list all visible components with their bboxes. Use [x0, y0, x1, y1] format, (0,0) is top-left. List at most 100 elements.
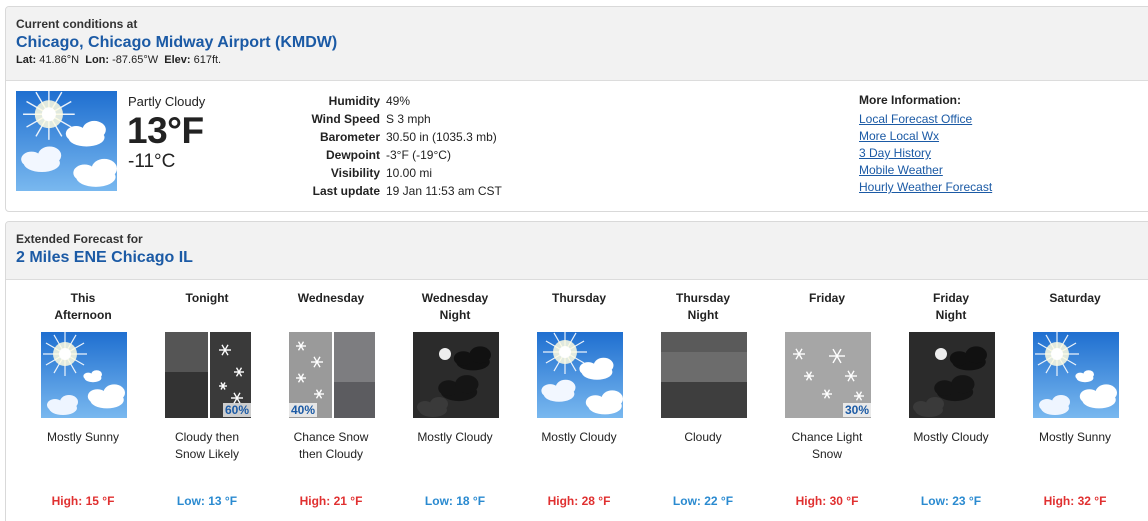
station-name: Chicago, Chicago Midway Airport (KMDW) [16, 34, 338, 51]
link-3-day-history[interactable]: 3 Day History [859, 145, 992, 162]
precip-chance: 30% [842, 403, 871, 417]
current-temp-c: -11°C [128, 151, 176, 172]
precip-chance: 60% [222, 403, 251, 417]
period-desc-line1: Cloudy [684, 430, 722, 444]
period-name: Thursday Night [641, 290, 765, 324]
light-snow-icon: 30% [785, 332, 871, 418]
sunny-icon [1033, 332, 1119, 418]
period-temperature: Low: 13 °F [176, 494, 238, 508]
period-description: Mostly Sunny [1013, 429, 1137, 446]
period-temperature: High: 32 °F [1043, 494, 1107, 508]
detail-row-barometer: Barometer 30.50 in (1035.3 mb) [296, 128, 502, 146]
period-temperature: High: 21 °F [299, 494, 363, 508]
lat-label: Lat: [16, 54, 37, 66]
link-mobile-weather[interactable]: Mobile Weather [859, 162, 992, 179]
period-temperature: Low: 23 °F [920, 494, 982, 508]
period-name-line1: Wednesday [421, 291, 489, 305]
period-name-line1: Tonight [185, 291, 229, 305]
period-temperature: Low: 22 °F [672, 494, 734, 508]
more-information: More Information: Local Forecast Office … [859, 93, 992, 196]
current-temp-f: 13°F [127, 110, 204, 151]
period-name: Thursday [517, 290, 641, 307]
partly-cloudy-icon [537, 332, 623, 418]
period-name: Wednesday [269, 290, 393, 307]
detail-row-last-update: Last update 19 Jan 11:53 am CST [296, 182, 502, 200]
period-name: Tonight [145, 290, 269, 307]
partly-cloudy-icon [16, 88, 117, 191]
station-coordinates: Lat: 41.86°N Lon: -87.65°W Elev: 617ft. [16, 54, 1144, 66]
detail-key: Visibility [330, 166, 380, 180]
night-cloudy-icon [909, 332, 995, 418]
period-name-line1: Friday [808, 291, 845, 305]
period-temperature: High: 28 °F [547, 494, 611, 508]
period-desc-line1: Mostly Cloudy [417, 430, 493, 444]
period-description: Cloudy then Snow Likely [145, 429, 269, 463]
period-name: This Afternoon [21, 290, 145, 324]
link-more-local-wx[interactable]: More Local Wx [859, 128, 992, 145]
period-description: Mostly Sunny [21, 429, 145, 446]
period-name: Friday [765, 290, 889, 307]
detail-value: 19 Jan 11:53 am CST [386, 184, 502, 198]
lat-value: 41.86°N [39, 54, 80, 66]
extended-forecast-header: Extended Forecast for 2 Miles ENE Chicag… [6, 222, 1148, 280]
period-name-line2: Afternoon [54, 308, 112, 322]
period-description: Cloudy [641, 429, 765, 446]
more-information-title: More Information: [859, 93, 961, 107]
detail-row-dewpoint: Dewpoint -3°F (-19°C) [296, 146, 502, 164]
period-desc-line1: Chance Light [791, 430, 863, 444]
detail-row-visibility: Visibility 10.00 mi [296, 164, 502, 182]
lon-value: -87.65°W [112, 54, 159, 66]
period-name-line2: Night [687, 308, 719, 322]
period-name-line1: Wednesday [297, 291, 365, 305]
elev-value: 617ft. [193, 54, 222, 66]
detail-key: Last update [312, 184, 380, 198]
period-description: Chance Light Snow [765, 429, 889, 463]
period-name: Saturday [1013, 290, 1137, 307]
period-name: Friday Night [889, 290, 1013, 324]
period-desc-line1: Mostly Sunny [46, 430, 120, 444]
overcast-icon [661, 332, 747, 418]
current-conditions-label: Current conditions at [16, 17, 138, 31]
detail-value: 30.50 in (1035.3 mb) [386, 130, 497, 144]
period-description: Mostly Cloudy [517, 429, 641, 446]
period-temperature: High: 15 °F [51, 494, 115, 508]
detail-value: S 3 mph [386, 112, 431, 126]
current-details-table: Humidity 49% Wind Speed S 3 mph Barometer 3… [296, 92, 502, 200]
forecast-periods: This Afternoon Mostly Sunny High: 15 °F Toni… [6, 280, 1148, 521]
period-desc-line2: then Cloudy [298, 447, 364, 461]
period-description: Mostly Cloudy [393, 429, 517, 446]
period-desc-line1: Mostly Cloudy [913, 430, 989, 444]
period-name-line2: Night [439, 308, 471, 322]
detail-row-humidity: Humidity 49% [296, 92, 502, 110]
detail-value: -3°F (-19°C) [386, 148, 451, 162]
detail-key: Dewpoint [326, 148, 380, 162]
period-temperature: High: 30 °F [795, 494, 859, 508]
precip-chance: 40% [289, 403, 318, 417]
period-description: Chance Snow then Cloudy [269, 429, 393, 463]
lon-label: Lon: [85, 54, 110, 66]
period-desc-line1: Mostly Cloudy [541, 430, 617, 444]
forecast-location: 2 Miles ENE Chicago IL [16, 249, 193, 266]
period-temperature: Low: 18 °F [424, 494, 486, 508]
extended-forecast-label: Extended Forecast for [16, 232, 143, 246]
detail-value: 49% [386, 94, 411, 108]
detail-key: Barometer [319, 130, 380, 144]
period-desc-line1: Cloudy then [174, 430, 240, 444]
snow-then-cloudy-icon: 40% [289, 332, 375, 418]
detail-key: Wind Speed [311, 112, 380, 126]
period-desc-line1: Mostly Sunny [1038, 430, 1112, 444]
period-desc-line2: Snow [811, 447, 843, 461]
period-name-line1: This [70, 291, 96, 305]
period-name-line1: Thursday [675, 291, 730, 305]
elev-label: Elev: [164, 54, 191, 66]
detail-key: Humidity [328, 94, 380, 108]
link-local-forecast-office[interactable]: Local Forecast Office [859, 111, 992, 128]
link-hourly-forecast[interactable]: Hourly Weather Forecast [859, 179, 992, 196]
period-desc-line2: Snow Likely [174, 447, 240, 461]
current-conditions-header: Current conditions at Chicago, Chicago M… [6, 7, 1148, 81]
night-cloudy-icon [413, 332, 499, 418]
period-description: Mostly Cloudy [889, 429, 1013, 446]
period-name-line2: Night [935, 308, 967, 322]
current-conditions-body: Partly Cloudy 13°F -11°C Humidity 49% Win… [6, 81, 1148, 211]
detail-value: 10.00 mi [386, 166, 433, 180]
